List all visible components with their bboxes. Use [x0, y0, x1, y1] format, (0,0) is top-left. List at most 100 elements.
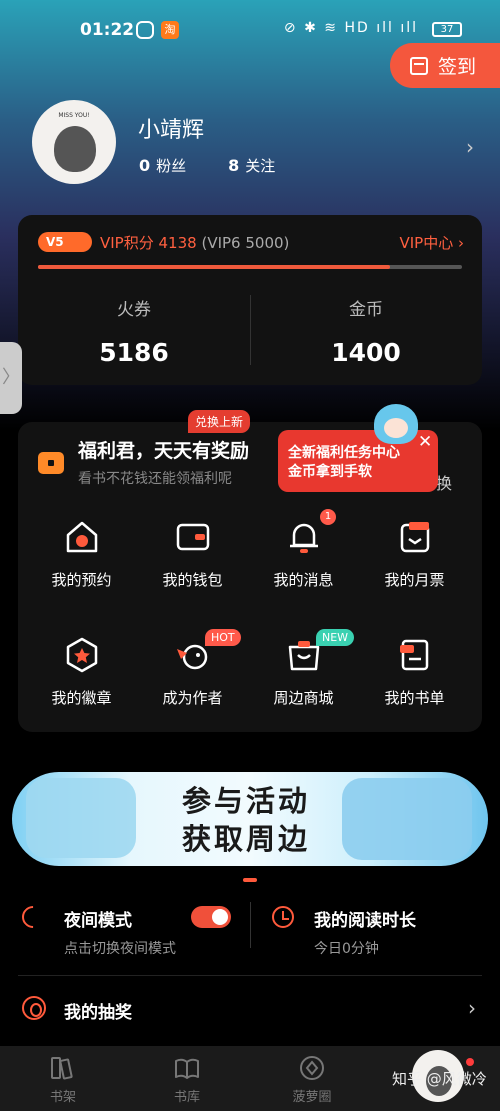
taobao-notification-icon: 淘	[161, 21, 179, 39]
lottery-title: 我的抽奖	[64, 1003, 132, 1023]
exchange-link[interactable]: 换	[436, 470, 452, 494]
grid-label: 我的预约	[51, 571, 112, 589]
grid-label: 我的书单	[384, 689, 445, 707]
grid-item-reservation[interactable]: 我的预约	[26, 517, 137, 599]
calendar-icon	[410, 56, 428, 75]
pineapple-circle-icon	[300, 1056, 324, 1080]
bell-icon	[289, 523, 318, 553]
popup-line-2: 金币拿到手软	[288, 464, 372, 480]
battery-icon: 37	[432, 22, 462, 37]
nav-label: 菠萝圈	[292, 1090, 332, 1105]
nav-shelf[interactable]: 书架	[23, 1054, 103, 1105]
grid-label: 成为作者	[162, 689, 223, 707]
grid-item-badges[interactable]: 我的徽章	[26, 635, 137, 717]
treasure-chest-icon	[38, 452, 64, 474]
avatar[interactable]: MISS YOU!	[32, 100, 116, 184]
home-clock-icon	[66, 521, 97, 553]
feature-grid: 我的预约 我的钱包 1 我的消息 我的月票 我的徽章 HOT 成为作者 NEW …	[18, 509, 482, 717]
side-drawer-tab[interactable]: 〉	[0, 342, 22, 414]
username[interactable]: 小靖辉	[138, 112, 204, 144]
grid-item-monthly-ticket[interactable]: 我的月票	[359, 517, 470, 599]
followers-label[interactable]: 粉丝	[156, 155, 186, 176]
booklist-icon	[399, 639, 428, 671]
grid-label: 我的钱包	[162, 571, 223, 589]
status-time: 01:22	[80, 20, 135, 40]
vip-next-level: (VIP6 5000)	[201, 234, 290, 252]
grid-label: 我的消息	[273, 571, 334, 589]
reading-time-title[interactable]: 我的阅读时长	[314, 906, 416, 931]
night-mode-title: 夜间模式	[64, 911, 132, 931]
huoquan-balance[interactable]: 火券 5186	[18, 295, 250, 367]
huoquan-label: 火券	[117, 300, 151, 320]
mascot-icon	[374, 404, 418, 444]
reading-time-subtitle: 今日0分钟	[314, 941, 379, 957]
toggle-knob	[212, 909, 228, 925]
nav-label: 书架	[49, 1090, 76, 1105]
grid-item-become-author[interactable]: HOT 成为作者	[137, 629, 248, 717]
row-divider	[250, 902, 251, 948]
night-mode-toggle[interactable]	[191, 906, 231, 928]
vip-card: V5 VIP积分 4138 (VIP6 5000) VIP中心 › 火券 518…	[18, 215, 482, 385]
profile-stats: 0 粉丝 8 关注	[139, 155, 275, 176]
grid-item-booklist[interactable]: 我的书单	[359, 635, 470, 717]
exchange-new-badge[interactable]: 兑换上新	[188, 410, 251, 433]
grid-item-merch-store[interactable]: NEW 周边商城	[248, 629, 359, 717]
avatar-figure	[54, 126, 96, 172]
vip-level-badge: V5	[38, 232, 92, 252]
following-label[interactable]: 关注	[245, 155, 275, 176]
chevron-right-icon: ›	[468, 996, 476, 1020]
divider	[18, 975, 482, 976]
nav-label: 书库	[173, 1090, 200, 1105]
night-mode-subtitle: 点击切换夜间模式	[64, 941, 176, 957]
vip-progress-bar	[38, 265, 462, 269]
vip-points: VIP积分 4138 (VIP6 5000)	[100, 232, 289, 253]
followers-count[interactable]: 0	[139, 156, 150, 175]
clock-icon	[272, 906, 294, 928]
banner-title: 参与活动 获取周边	[182, 782, 310, 858]
settings-row: 夜间模式 点击切换夜间模式 我的阅读时长 今日0分钟	[17, 900, 482, 970]
new-tag: NEW	[316, 629, 355, 646]
grid-label: 周边商城	[273, 689, 334, 707]
grid-label: 我的月票	[384, 571, 445, 589]
vip-center-link[interactable]: VIP中心 ›	[399, 232, 464, 253]
nav-circle[interactable]: 菠萝圈	[272, 1054, 352, 1105]
huoquan-value: 5186	[99, 338, 169, 367]
system-status-icons: ⊘ ✱ ≋ HD ıll ıll	[283, 20, 418, 36]
popup-line-1: 全新福利任务中心	[288, 445, 400, 461]
grid-item-wallet[interactable]: 我的钱包	[137, 517, 248, 599]
hot-tag: HOT	[205, 629, 241, 646]
welfare-promo-popup[interactable]: 全新福利任务中心 金币拿到手软	[278, 430, 438, 492]
message-count-badge: 1	[320, 509, 336, 525]
welfare-subtitle: 看书不花钱还能领福利呢	[78, 471, 232, 487]
grid-item-messages[interactable]: 1 我的消息	[248, 509, 359, 599]
wallet-icon	[176, 523, 209, 551]
vip-points-label: VIP积分 4138	[100, 234, 197, 252]
app-notification-icon	[136, 21, 154, 39]
welfare-card: 福利君，天天有奖励 看书不花钱还能领福利呢 兑换上新 换 全新福利任务中心 金币…	[18, 404, 482, 732]
vip-progress-fill	[38, 265, 390, 269]
grid-label: 我的徽章	[51, 689, 112, 707]
lottery-row[interactable]: 我的抽奖 ›	[18, 990, 482, 1030]
jinbi-balance[interactable]: 金币 1400	[250, 295, 482, 367]
ticket-icon	[400, 522, 429, 553]
profile-chevron-icon[interactable]: ›	[466, 135, 474, 159]
banner-page-indicator	[243, 878, 257, 882]
badge-star-icon	[66, 637, 97, 673]
jinbi-label: 金币	[349, 300, 383, 320]
nav-unread-dot	[466, 1058, 474, 1066]
nav-library[interactable]: 书库	[147, 1054, 227, 1105]
banner-art-left	[26, 778, 136, 858]
checkin-button[interactable]: 签到	[390, 43, 500, 88]
avatar-caption: MISS YOU!	[58, 112, 90, 119]
popup-close-icon[interactable]: ✕	[418, 432, 432, 452]
open-book-icon	[175, 1058, 199, 1079]
promo-banner[interactable]: 参与活动 获取周边	[12, 772, 488, 866]
watermark: 知乎 @风微冷	[392, 1070, 487, 1088]
following-count[interactable]: 8	[228, 156, 239, 175]
jinbi-value: 1400	[331, 338, 401, 367]
checkin-label: 签到	[438, 56, 477, 78]
moon-icon	[17, 901, 49, 933]
welfare-title[interactable]: 福利君，天天有奖励	[78, 436, 249, 463]
lottery-icon	[22, 996, 46, 1020]
banner-art-right	[342, 778, 472, 860]
